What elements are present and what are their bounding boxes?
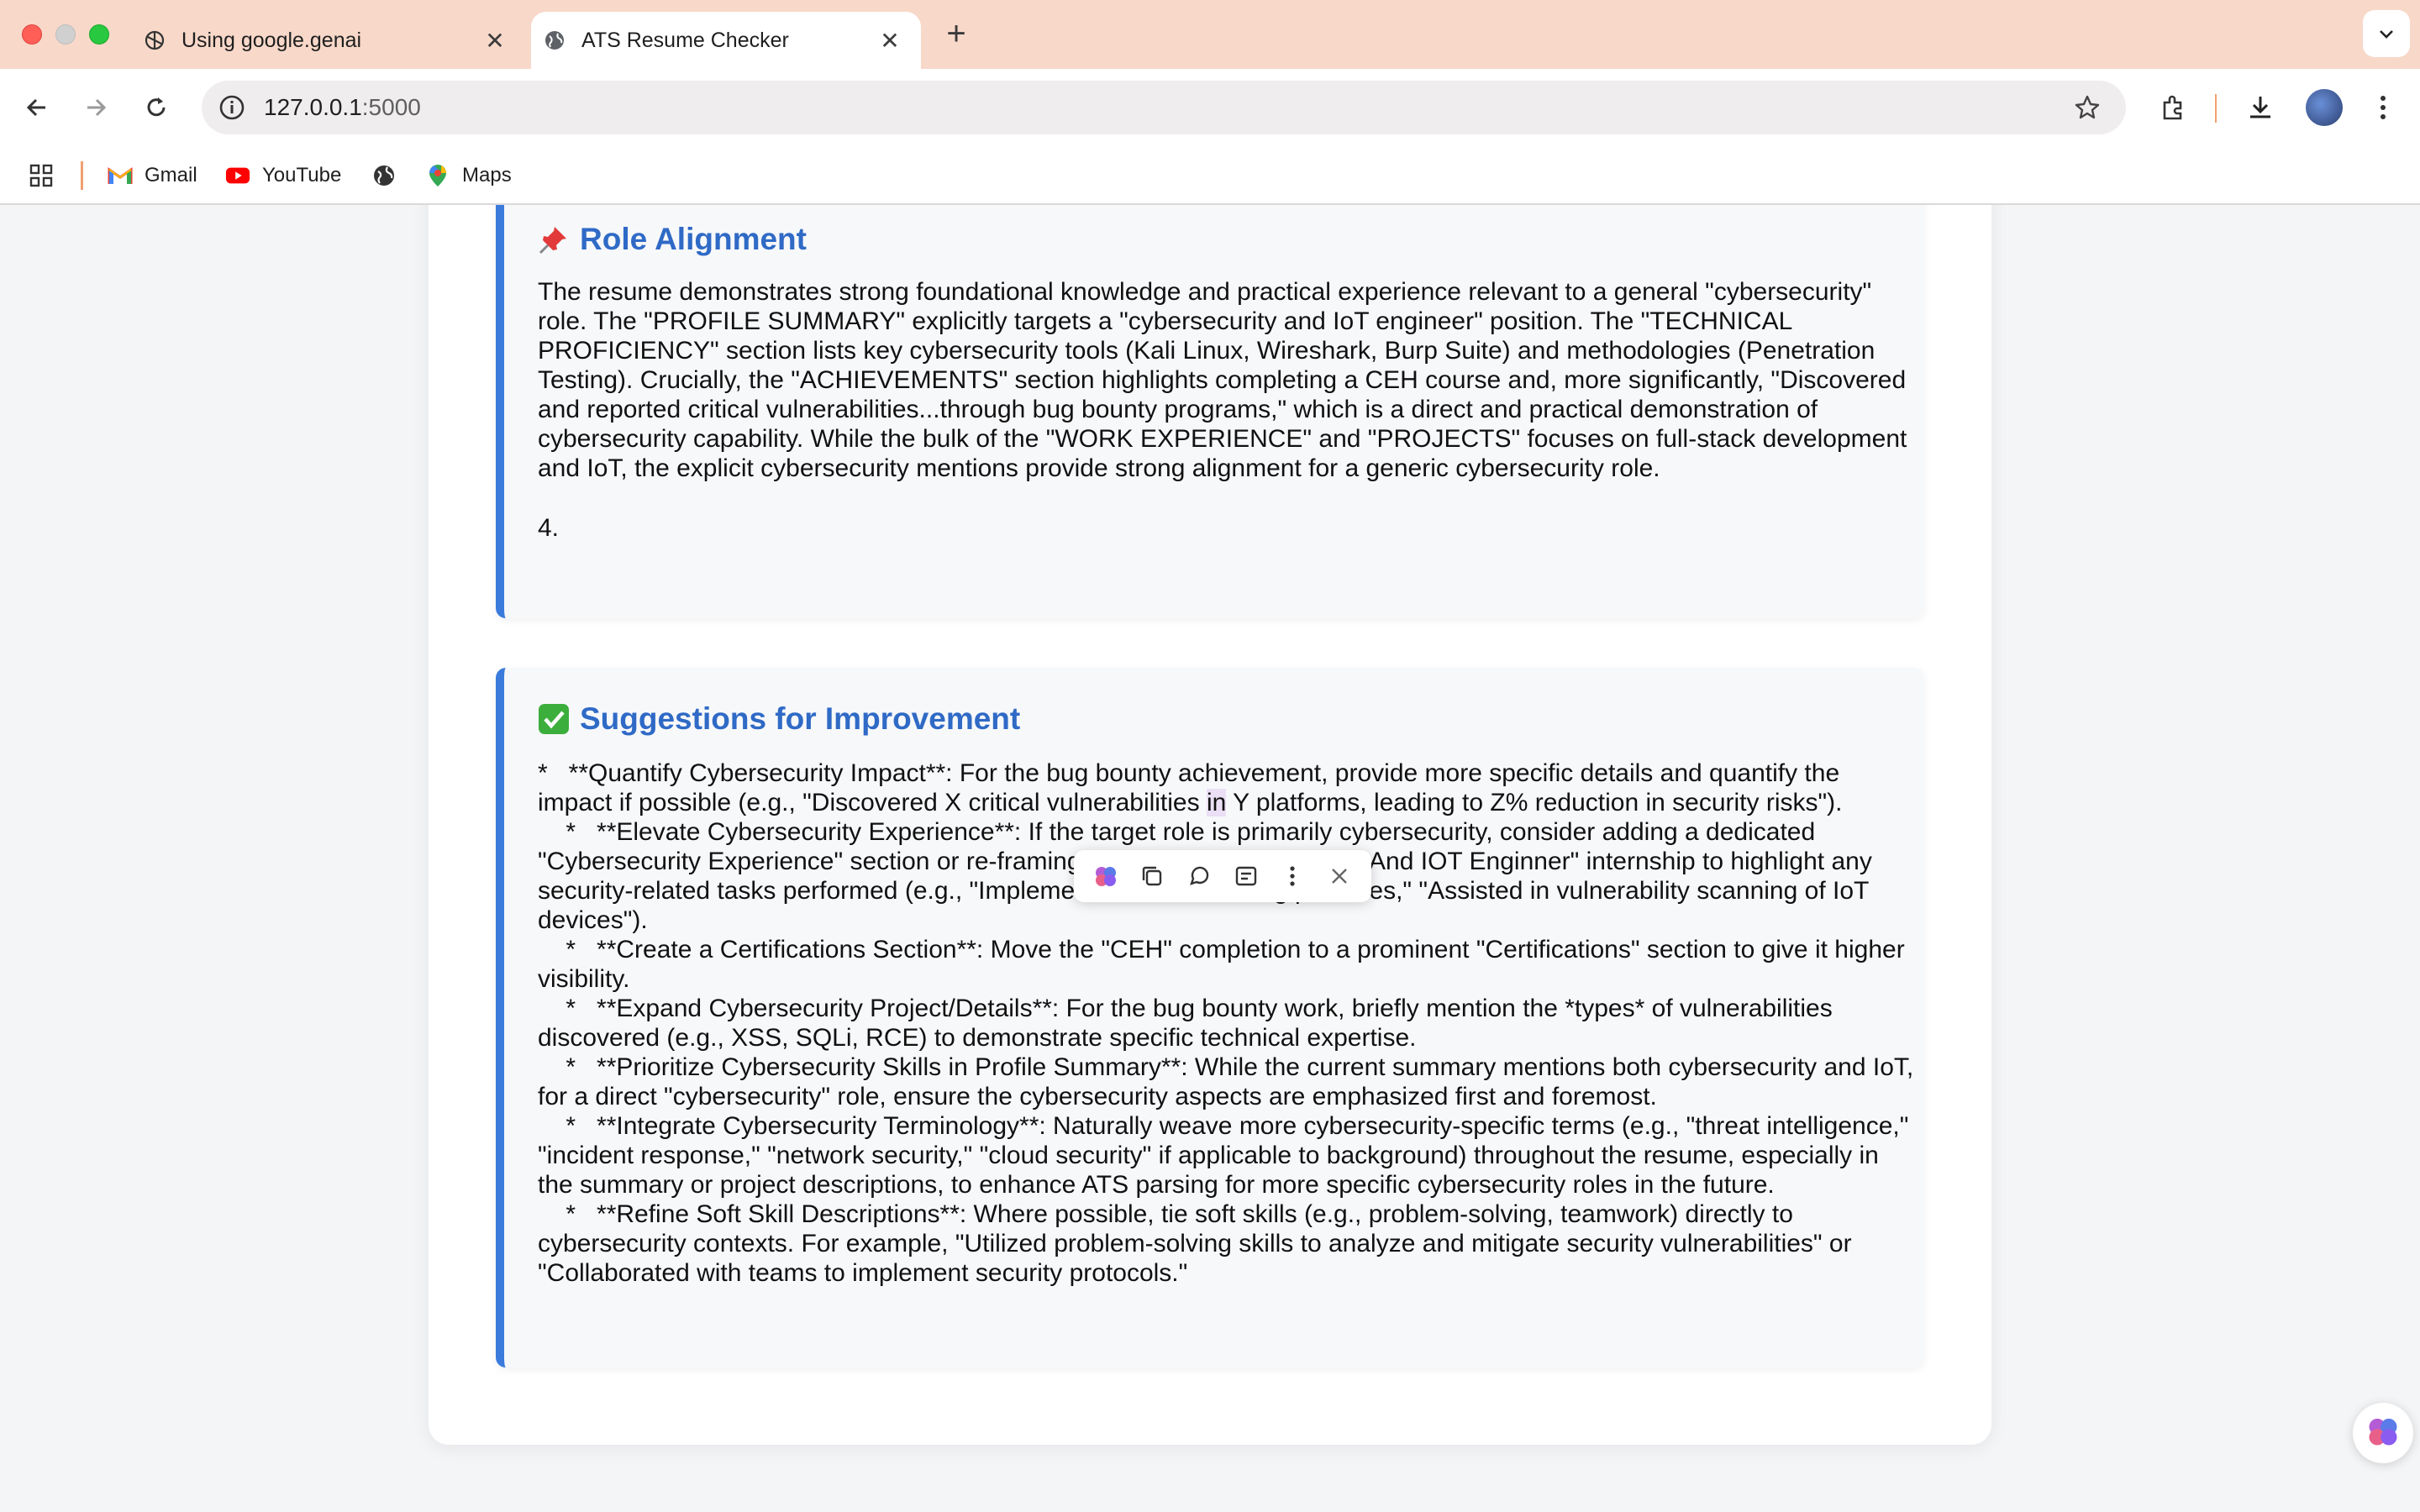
suggestions-text: * **Quantify Cybersecurity Impact**: For… xyxy=(538,759,1916,1288)
check-mark-icon xyxy=(538,703,570,735)
apps-button[interactable] xyxy=(29,161,66,190)
role-alignment-section: Role Alignment The resume demonstrates s… xyxy=(496,205,1924,618)
page-viewport[interactable]: Role Alignment The resume demonstrates s… xyxy=(0,205,2420,1512)
section-body: * **Quantify Cybersecurity Impact**: For… xyxy=(538,759,1916,1288)
bookmark-globe[interactable] xyxy=(371,161,408,190)
tab-close-button[interactable]: ✕ xyxy=(877,28,902,54)
reload-button[interactable] xyxy=(138,89,175,126)
downloads-button[interactable] xyxy=(2242,89,2279,126)
gmail-icon xyxy=(108,163,133,188)
tab-title: Using google.genai xyxy=(182,28,362,52)
section-body: The resume demonstrates strong foundatio… xyxy=(538,277,1916,483)
download-icon xyxy=(2250,97,2270,118)
close-icon[interactable] xyxy=(1323,860,1355,892)
tab-search-button[interactable] xyxy=(2363,10,2410,57)
new-tab-button[interactable]: + xyxy=(939,17,973,50)
arrow-right-icon xyxy=(87,98,107,117)
tab-strip: Using google.genai ✕ ATS Resume Checker … xyxy=(0,0,2420,69)
role-alignment-text: The resume demonstrates strong foundatio… xyxy=(538,278,1914,482)
address-bar[interactable]: 127.0.0.1:5000 xyxy=(202,81,2126,134)
chevron-down-icon xyxy=(2380,30,2393,39)
puzzle-icon xyxy=(2163,95,2182,120)
url-text: 127.0.0.1:5000 xyxy=(264,94,421,121)
maps-icon xyxy=(425,163,450,188)
globe-icon xyxy=(543,29,566,52)
browser-toolbar: 127.0.0.1:5000 xyxy=(0,69,2420,146)
bookmark-gmail[interactable]: Gmail xyxy=(108,161,197,190)
more-icon[interactable] xyxy=(1276,860,1308,892)
reload-icon xyxy=(147,97,166,117)
selection-toolbar xyxy=(1074,850,1371,902)
summary-icon[interactable] xyxy=(1230,860,1262,892)
section-heading: Suggestions for Improvement xyxy=(538,701,1020,737)
url-port: :5000 xyxy=(361,94,421,120)
openai-icon xyxy=(143,29,166,52)
browser-menu-button[interactable] xyxy=(2365,89,2402,126)
forward-button[interactable] xyxy=(77,89,114,126)
bookmark-youtube[interactable]: YouTube xyxy=(225,161,341,190)
window-close-button[interactable] xyxy=(22,24,42,45)
kebab-menu-icon xyxy=(2381,96,2386,119)
tab-ats-resume-checker[interactable]: ATS Resume Checker ✕ xyxy=(531,12,921,69)
bookmark-star-icon[interactable] xyxy=(2072,92,2102,123)
site-info-icon[interactable] xyxy=(217,92,247,123)
bookmark-label: Maps xyxy=(462,164,512,186)
results-card: Role Alignment The resume demonstrates s… xyxy=(429,205,1991,1445)
bookmarks-divider xyxy=(81,161,83,190)
bookmark-maps[interactable]: Maps xyxy=(425,161,512,190)
window-maximize-button[interactable] xyxy=(89,24,109,45)
assistant-floating-button[interactable] xyxy=(2353,1403,2413,1463)
tab-close-button[interactable]: ✕ xyxy=(482,28,508,54)
window-minimize-button[interactable] xyxy=(55,24,76,45)
back-button[interactable] xyxy=(18,89,55,126)
section-heading: Role Alignment xyxy=(538,222,807,257)
bookmark-label: YouTube xyxy=(262,164,342,186)
suggestions-section: Suggestions for Improvement * **Quantify… xyxy=(496,668,1924,1368)
url-host: 127.0.0.1 xyxy=(264,94,362,120)
youtube-icon xyxy=(225,163,250,188)
arrow-left-icon xyxy=(26,98,45,117)
brain-icon[interactable] xyxy=(1090,860,1122,892)
section-title: Role Alignment xyxy=(580,222,807,256)
section-title: Suggestions for Improvement xyxy=(580,701,1021,736)
chat-bubble-icon[interactable] xyxy=(1183,860,1215,892)
copy-icon[interactable] xyxy=(1136,860,1168,892)
apps-grid-icon xyxy=(29,163,54,188)
extensions-button[interactable] xyxy=(2154,89,2191,126)
pushpin-icon xyxy=(538,223,570,255)
suggestion-text: Y platforms, leading to Z% reduction in … xyxy=(1226,789,1843,816)
toolbar-divider xyxy=(2215,94,2217,123)
tab-title: ATS Resume Checker xyxy=(581,28,789,52)
brain-icon xyxy=(2365,1413,2402,1454)
bookmarks-bar: Gmail YouTube Maps xyxy=(0,146,2420,205)
bookmark-label: Gmail xyxy=(145,164,197,186)
globe-icon xyxy=(371,163,397,188)
section-number: 4. xyxy=(538,514,560,542)
profile-avatar[interactable] xyxy=(2306,89,2343,126)
tab-using-google-genai[interactable]: Using google.genai ✕ xyxy=(143,12,521,69)
selected-text: in xyxy=(1206,789,1227,816)
